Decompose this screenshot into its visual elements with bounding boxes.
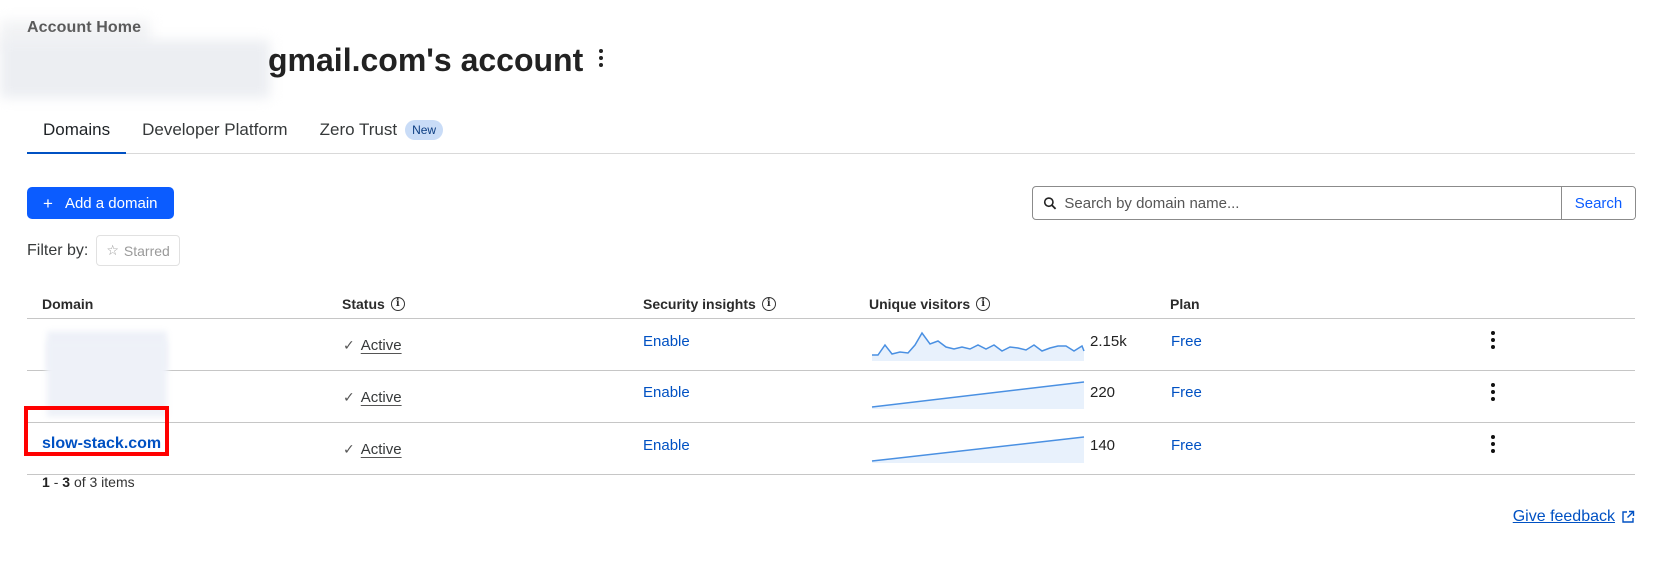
header-plan: Plan	[1170, 296, 1200, 312]
row-menu-icon[interactable]	[1491, 435, 1495, 453]
visitors-sparkline	[872, 331, 1085, 361]
filter-label: Filter by:	[27, 241, 89, 259]
page-total: of 3 items	[73, 474, 135, 490]
header-label: Unique visitors	[869, 296, 971, 312]
table-row: ✓ Active Enable 2.15k Free	[27, 319, 1635, 371]
new-badge: New	[405, 120, 444, 140]
page-start: 1	[42, 474, 50, 490]
tab-label: Domains	[43, 120, 111, 139]
page-title: gmail.com's account	[268, 42, 604, 79]
tab-zero-trust[interactable]: Zero Trust New	[304, 112, 459, 153]
filter-bar: Filter by: ☆ Starred	[27, 235, 180, 266]
breadcrumb[interactable]: Account Home	[27, 19, 141, 37]
search-button[interactable]: Search	[1561, 187, 1635, 219]
star-icon: ☆	[106, 242, 119, 258]
domains-table: Domain Status i Security insights i Unique…	[27, 292, 1635, 475]
info-icon[interactable]: i	[976, 297, 991, 311]
status-active-link[interactable]: Active	[361, 337, 402, 354]
account-menu-icon[interactable]	[599, 48, 604, 67]
info-icon[interactable]: i	[390, 297, 405, 311]
header-label: Plan	[1170, 296, 1200, 312]
header-label: Domain	[42, 296, 94, 312]
starred-label: Starred	[123, 242, 170, 259]
search-input[interactable]	[1064, 194, 1561, 212]
external-link-icon	[1622, 510, 1635, 523]
header-unique-visitors: Unique visitors i	[869, 296, 991, 312]
search-field	[1033, 187, 1561, 219]
row-menu-icon[interactable]	[1491, 383, 1495, 401]
header-label: Status	[342, 296, 385, 312]
highlight-box	[24, 406, 169, 456]
tab-developer-platform[interactable]: Developer Platform	[126, 112, 304, 153]
info-icon[interactable]: i	[761, 297, 776, 311]
visitors-value: 220	[1090, 384, 1116, 401]
add-domain-button[interactable]: + Add a domain	[27, 187, 174, 219]
page-end: 3	[62, 474, 71, 490]
header-label: Security insights	[643, 296, 756, 312]
table-header: Domain Status i Security insights i Unique…	[27, 292, 1635, 319]
visitors-sparkline	[871, 436, 1085, 463]
give-feedback-link[interactable]: Give feedback	[1513, 508, 1635, 526]
security-enable-link[interactable]: Enable	[643, 333, 690, 350]
tab-bar: Domains Developer Platform Zero Trust Ne…	[27, 112, 1635, 154]
header-domain: Domain	[42, 296, 93, 312]
search-icon	[1043, 196, 1057, 210]
check-icon: ✓	[343, 441, 355, 457]
check-icon: ✓	[343, 389, 355, 405]
visitors-sparkline	[871, 381, 1085, 409]
feedback-label: Give feedback	[1512, 508, 1615, 525]
table-row: slow-stack.com ✓ Active Enable 140 Free	[27, 423, 1635, 475]
header-security-insights: Security insights i	[643, 296, 776, 312]
search-bar: Search	[1032, 186, 1636, 220]
add-domain-label: Add a domain	[64, 194, 158, 212]
check-icon: ✓	[343, 337, 355, 353]
status-active-link[interactable]: Active	[361, 441, 402, 458]
status-cell: ✓ Active	[343, 441, 402, 458]
plus-icon: +	[43, 193, 53, 213]
tab-label: Zero Trust	[319, 120, 398, 139]
plan-link[interactable]: Free	[1171, 384, 1202, 401]
row-menu-icon[interactable]	[1491, 331, 1495, 349]
visitors-value: 2.15k	[1090, 333, 1127, 350]
status-cell: ✓ Active	[343, 389, 402, 406]
page-separator: -	[53, 474, 59, 490]
table-row: ✓ Active Enable 220 Free	[27, 341, 1635, 423]
plan-link[interactable]: Free	[1171, 333, 1202, 350]
security-enable-link[interactable]: Enable	[643, 437, 690, 454]
security-enable-link[interactable]: Enable	[643, 384, 690, 401]
plan-link[interactable]: Free	[1171, 437, 1202, 454]
header-status: Status i	[342, 296, 405, 312]
tab-domains[interactable]: Domains	[27, 112, 127, 154]
starred-filter-button[interactable]: ☆ Starred	[96, 235, 180, 266]
status-active-link[interactable]: Active	[361, 389, 402, 406]
visitors-value: 140	[1090, 437, 1116, 454]
page-title-text: gmail.com's account	[268, 42, 584, 78]
pagination-summary: 1 - 3 of 3 items	[42, 474, 135, 490]
tab-label: Developer Platform	[142, 120, 288, 139]
redacted-area	[0, 40, 270, 98]
status-cell: ✓ Active	[343, 337, 402, 354]
